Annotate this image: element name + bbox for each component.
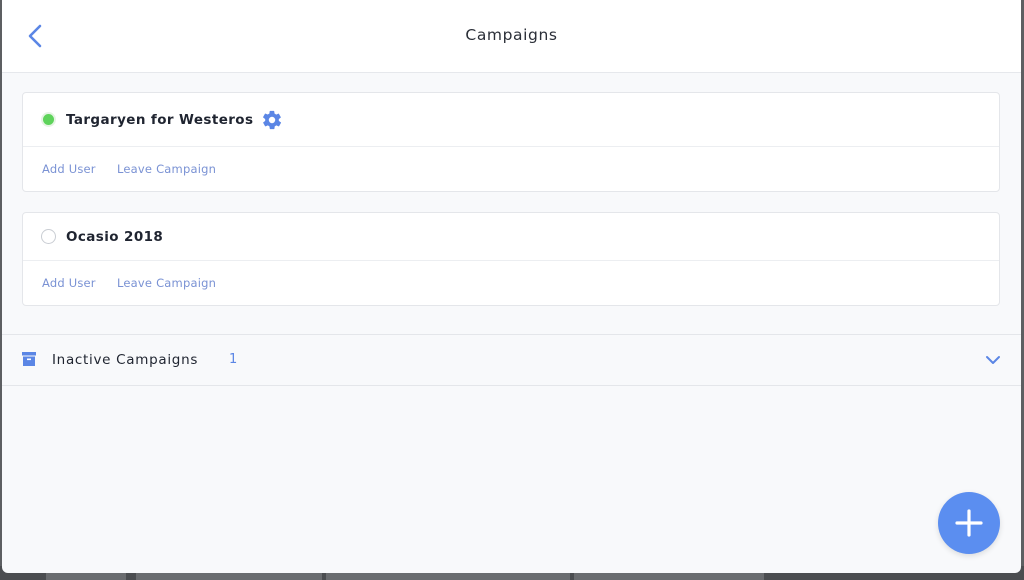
plus-icon [955,509,983,537]
inactive-campaigns-toggle[interactable]: Inactive Campaigns 1 [2,334,1021,386]
campaign-actions: Add User Leave Campaign [23,147,999,191]
archive-icon [22,352,36,366]
inactive-status-dot [41,229,56,244]
campaign-card: Targaryen for Westeros Add User Leave Ca… [22,92,1000,192]
campaign-card-header: Targaryen for Westeros [23,93,999,147]
app-window: Campaigns Targaryen for Westeros Add Use… [2,0,1021,573]
inactive-campaigns-label: Inactive Campaigns [52,352,199,368]
gear-icon [263,110,282,129]
campaign-name[interactable]: Targaryen for Westeros [66,112,253,128]
leave-campaign-link[interactable]: Leave Campaign [117,162,216,176]
inactive-campaigns-count: 1 [229,352,238,367]
active-status-dot [41,112,56,127]
add-user-link[interactable]: Add User [42,276,96,290]
leave-campaign-link[interactable]: Leave Campaign [117,276,216,290]
chevron-down-icon [986,356,1000,364]
campaign-name[interactable]: Ocasio 2018 [66,229,163,245]
top-bar: Campaigns [2,0,1021,73]
add-campaign-button[interactable] [938,492,1000,554]
add-user-link[interactable]: Add User [42,162,96,176]
campaign-actions: Add User Leave Campaign [23,261,999,305]
campaign-card: Ocasio 2018 Add User Leave Campaign [22,212,1000,306]
campaign-settings-button[interactable] [261,109,283,131]
campaign-card-header: Ocasio 2018 [23,213,999,261]
page-title: Campaigns [465,26,558,44]
